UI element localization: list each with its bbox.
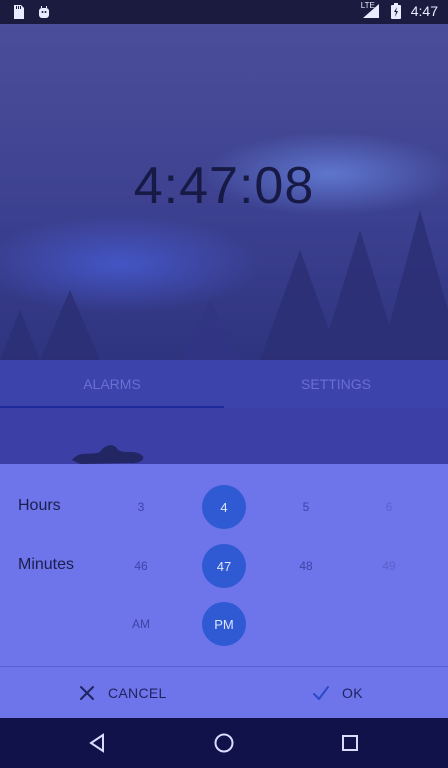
tab-alarms[interactable]: ALARMS	[0, 360, 224, 408]
tab-bar: ALARMS SETTINGS	[0, 360, 448, 408]
network-type: LTE	[360, 1, 375, 10]
hour-option-selected[interactable]: 4	[202, 485, 246, 529]
minute-option[interactable]: 49	[367, 544, 411, 588]
picker-actions: CANCEL OK	[0, 667, 448, 718]
system-nav-bar	[0, 718, 448, 768]
back-button[interactable]	[67, 718, 127, 768]
am-option[interactable]: AM	[119, 602, 163, 646]
check-icon	[313, 685, 329, 700]
tab-settings[interactable]: SETTINGS	[224, 360, 448, 408]
back-triangle-icon	[89, 733, 104, 753]
sd-card-icon	[14, 5, 24, 19]
minute-option-selected[interactable]: 47	[202, 544, 246, 588]
recents-square-icon	[342, 735, 358, 751]
battery-charging-icon	[390, 3, 401, 19]
recents-button[interactable]	[320, 718, 380, 768]
hour-option[interactable]: 3	[119, 485, 163, 529]
android-robot-icon	[39, 6, 49, 18]
home-button[interactable]	[194, 718, 254, 768]
ok-button[interactable]: OK	[312, 667, 363, 718]
hour-option[interactable]: 5	[284, 485, 328, 529]
hours-label: Hours	[18, 497, 61, 514]
minutes-label: Minutes	[18, 556, 75, 573]
home-circle-icon	[214, 733, 234, 753]
hour-option[interactable]: 6	[367, 485, 411, 529]
close-icon	[80, 685, 94, 700]
placeholder-illustration	[72, 445, 144, 464]
minute-option[interactable]: 48	[284, 544, 328, 588]
alarm-list-area	[0, 408, 448, 464]
status-time: 4:47	[410, 3, 438, 19]
ok-label: OK	[342, 684, 363, 701]
pm-option-selected[interactable]: PM	[202, 602, 246, 646]
current-time: 4:47:08	[133, 157, 315, 215]
cancel-label: CANCEL	[108, 684, 167, 701]
minute-option[interactable]: 46	[119, 544, 163, 588]
cancel-button[interactable]: CANCEL	[78, 667, 167, 718]
status-bar: LTE 4:47	[0, 0, 448, 24]
signal-icon: LTE	[360, 1, 381, 19]
